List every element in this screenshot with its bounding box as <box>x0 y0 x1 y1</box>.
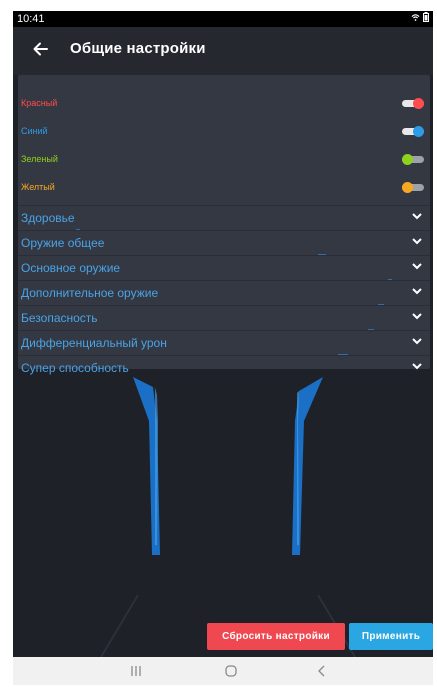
chevron-down-icon <box>412 213 422 220</box>
toggle-yellow[interactable] <box>402 182 424 193</box>
toggle-knob <box>413 126 424 137</box>
section-differential-damage[interactable]: Дифференциальный урон <box>18 330 430 355</box>
section-secondary-weapon[interactable]: Дополнительное оружие <box>18 280 430 305</box>
section-label: Безопасность <box>21 311 98 325</box>
chevron-down-icon <box>412 363 422 370</box>
section-primary-weapon[interactable]: Основное оружие <box>18 255 430 280</box>
section-label: Оружие общее <box>21 236 105 250</box>
apply-button[interactable]: Применить <box>349 623 433 650</box>
color-row-green: Зеленый <box>18 146 430 174</box>
chevron-down-icon <box>412 238 422 245</box>
chevron-down-icon <box>412 313 422 320</box>
toggle-knob <box>402 154 413 165</box>
section-label: Супер способность <box>21 361 129 375</box>
section-label: Дифференциальный урон <box>21 336 167 350</box>
app-bar: Общие настройки <box>13 27 433 75</box>
toggle-knob <box>413 98 424 109</box>
home-icon[interactable] <box>216 661 246 681</box>
section-label: Основное оружие <box>21 261 121 275</box>
toggle-green[interactable] <box>402 154 424 165</box>
section-super-ability[interactable]: Супер способность <box>18 355 430 380</box>
color-label-yellow: Желтый <box>21 182 55 192</box>
color-row-yellow: Желтый <box>18 174 430 202</box>
toggle-blue[interactable] <box>402 126 424 137</box>
section-health[interactable]: Здоровье <box>18 205 430 230</box>
color-label-blue: Синий <box>21 126 48 136</box>
toggle-knob <box>402 182 413 193</box>
wifi-icon <box>411 14 420 21</box>
settings-panel: Красный Синий Зеленый Желтый Здоровье Ор… <box>18 75 430 375</box>
section-label: Дополнительное оружие <box>21 286 159 300</box>
status-bar: 10:41 <box>13 11 433 27</box>
battery-icon <box>423 12 429 22</box>
chevron-down-icon <box>412 288 422 295</box>
chevron-down-icon <box>412 263 422 270</box>
device-screen: 10:41 Общие настройки Красный Синий Зеле… <box>13 11 433 685</box>
status-icons <box>411 11 429 27</box>
status-time: 10:41 <box>17 13 45 25</box>
back-icon[interactable] <box>307 661 337 681</box>
toggle-red[interactable] <box>402 98 424 109</box>
reset-settings-button[interactable]: Сбросить настройки <box>207 623 345 650</box>
section-label: Здоровье <box>21 211 75 225</box>
color-label-red: Красный <box>21 98 58 108</box>
color-label-green: Зеленый <box>21 154 58 164</box>
chevron-down-icon <box>412 338 422 345</box>
color-row-red: Красный <box>18 90 430 118</box>
page-title: Общие настройки <box>70 40 206 57</box>
color-row-blue: Синий <box>18 118 430 146</box>
section-security[interactable]: Безопасность <box>18 305 430 330</box>
arrow-back-icon[interactable] <box>31 39 53 61</box>
recents-icon[interactable] <box>121 661 151 681</box>
section-weapons-general[interactable]: Оружие общее <box>18 230 430 255</box>
system-nav-bar <box>13 657 433 685</box>
